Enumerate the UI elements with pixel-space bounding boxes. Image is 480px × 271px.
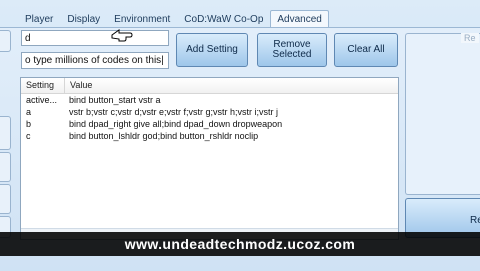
table-row[interactable]: b bind dpad_right give all;bind dpad_dow…	[21, 118, 398, 130]
row-setting: a	[26, 107, 32, 117]
column-header-value[interactable]: Value	[65, 78, 375, 93]
row-value: bind button_lshldr god;bind button_rshld…	[69, 131, 259, 141]
remove-selected-button[interactable]: Remove Selected	[257, 33, 327, 67]
row-value: bind button_start vstr a	[69, 95, 161, 105]
tab-advanced[interactable]: Advanced	[270, 10, 329, 28]
hand-cursor-icon	[111, 29, 133, 42]
grid-header: Setting Value	[21, 78, 398, 94]
watermark-text: www.undeadtechmodz.ucoz.com	[124, 236, 356, 252]
row-setting: active...	[26, 95, 58, 105]
left-side-button[interactable]	[0, 184, 11, 214]
tab-bar: Player Display Environment CoD:WaW Co-Op…	[18, 10, 329, 28]
add-setting-label: Add Setting	[186, 44, 238, 55]
clear-all-button[interactable]: Clear All	[334, 33, 398, 67]
command-input[interactable]: d	[21, 30, 169, 46]
table-row[interactable]: c bind button_lshldr god;bind button_rsh…	[21, 130, 398, 142]
left-side-button[interactable]	[0, 152, 11, 182]
tab-display[interactable]: Display	[60, 10, 107, 28]
row-setting: c	[26, 131, 31, 141]
table-row[interactable]: a vstr b;vstr c;vstr d;vstr e;vstr f;vst…	[21, 106, 398, 118]
app-window: Player Display Environment CoD:WaW Co-Op…	[0, 0, 480, 271]
search-input[interactable]: o type millions of codes on this|	[21, 52, 169, 69]
add-setting-button[interactable]: Add Setting	[176, 33, 248, 67]
row-value: bind dpad_right give all;bind dpad_down …	[69, 119, 283, 129]
row-value: vstr b;vstr c;vstr d;vstr e;vstr f;vstr …	[69, 107, 279, 117]
left-side-button[interactable]	[0, 116, 11, 150]
column-header-setting[interactable]: Setting	[21, 78, 65, 93]
right-group-panel: Re	[405, 33, 480, 195]
settings-grid[interactable]: Setting Value active... bind button_star…	[20, 77, 399, 240]
tab-cod-waw-coop[interactable]: CoD:WaW Co-Op	[177, 10, 270, 28]
remove-selected-label-line2: Selected	[272, 49, 312, 60]
left-side-button[interactable]	[0, 30, 11, 52]
clear-all-label: Clear All	[347, 44, 385, 55]
watermark-banner: www.undeadtechmodz.ucoz.com	[0, 232, 480, 256]
row-setting: b	[26, 119, 32, 129]
right-side-button-label: Re	[470, 215, 480, 226]
right-panel-label: Re	[461, 33, 479, 43]
table-row[interactable]: active... bind button_start vstr a	[21, 94, 398, 106]
tab-player[interactable]: Player	[18, 10, 60, 28]
